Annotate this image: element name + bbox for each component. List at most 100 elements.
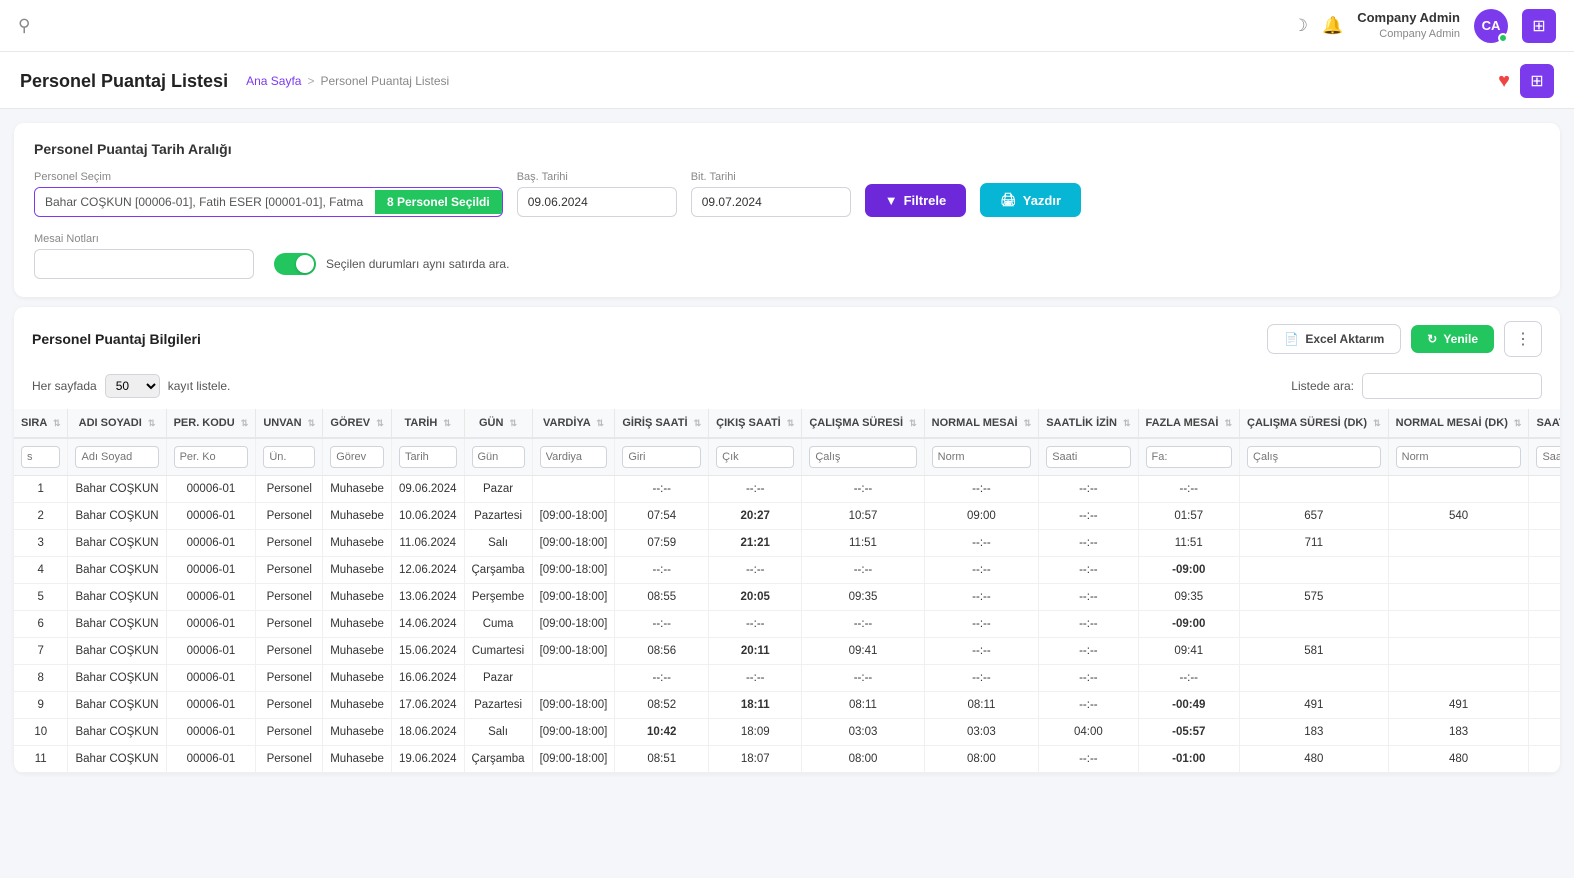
online-indicator [1498,33,1508,43]
mesai-label: Mesai Notları [34,233,254,245]
col-unvan[interactable]: UNVAN ⇅ [256,409,323,438]
col-calisma-dk[interactable]: ÇALIŞMA SÜRESİ (DK) ⇅ [1240,409,1389,438]
bas-tarihi-input[interactable] [517,187,677,217]
toggle-switch[interactable] [274,253,316,275]
table-body: 1Bahar COŞKUN00006-01PersonelMuhasebe09.… [14,476,1560,773]
list-search-label: Listede ara: [1291,379,1354,393]
menu-grid-icon[interactable]: ⊞ [1520,64,1554,98]
table-card-header: Personel Puantaj Bilgileri 📄 Excel Aktar… [14,307,1560,367]
table-row: 5Bahar COŞKUN00006-01PersonelMuhasebe13.… [14,584,1560,611]
personnel-input[interactable] [35,188,375,216]
table-row: 8Bahar COŞKUN00006-01PersonelMuhasebe16.… [14,665,1560,692]
filter-normal[interactable] [932,446,1032,468]
top-nav-left: ⚲ [18,16,30,36]
favorite-icon[interactable]: ♥ [1498,70,1510,93]
filter-card-title: Personel Puantaj Tarih Aralığı [34,141,1540,157]
filter-icon: ▼ [885,193,898,208]
table-card-title: Personel Puantaj Bilgileri [32,331,201,347]
filter-calisma[interactable] [809,446,916,468]
per-page-prefix: Her sayfada [32,379,97,393]
table-row: 3Bahar COŞKUN00006-01PersonelMuhasebe11.… [14,530,1560,557]
page-header: Personel Puantaj Listesi Ana Sayfa > Per… [0,52,1574,109]
col-sira[interactable]: SIRA ⇅ [14,409,68,438]
filter-sira[interactable] [21,446,60,468]
notifications-icon[interactable]: 🔔 [1322,16,1343,36]
filter-gorev[interactable] [330,446,384,468]
toggle-thumb [296,255,314,273]
col-saatlik-izin[interactable]: SAATLİK İZİN ⇅ [1039,409,1138,438]
col-per-kodu[interactable]: PER. KODU ⇅ [166,409,256,438]
col-saatlik-dk[interactable]: SAATLİK İZİN (DK) ⇅ [1529,409,1560,438]
filter-ad[interactable] [75,446,158,468]
page-title: Personel Puantaj Listesi [20,71,228,92]
dark-mode-icon[interactable]: ☽ [1293,16,1308,36]
user-name: Company Admin [1357,10,1460,27]
bas-tarihi-group: Baş. Tarihi [517,171,677,217]
filter-per-ko[interactable] [174,446,249,468]
breadcrumb-sep: > [307,74,314,88]
col-giris[interactable]: GİRİŞ SAATİ ⇅ [615,409,709,438]
table-scroll-wrap: SIRA ⇅ ADI SOYADI ⇅ PER. KODU ⇅ UNVAN ⇅ … [14,409,1560,773]
breadcrumb-current: Personel Puantaj Listesi [320,74,449,88]
filter-card: Personel Puantaj Tarih Aralığı Personel … [14,123,1560,297]
print-icon: 🖨 [1000,192,1017,208]
filter-saatlik[interactable] [1046,446,1130,468]
table-row: 10Bahar COŞKUN00006-01PersonelMuhasebe18… [14,719,1560,746]
table-row: 6Bahar COŞKUN00006-01PersonelMuhasebe14.… [14,611,1560,638]
user-role: Company Admin [1357,27,1460,41]
col-tarih[interactable]: TARİH ⇅ [391,409,464,438]
per-page-select[interactable]: 50 25 100 [105,374,160,398]
filter-button[interactable]: ▼ Filtrele [865,184,967,217]
col-cikis[interactable]: ÇIKIŞ SAATİ ⇅ [709,409,802,438]
excel-button[interactable]: 📄 Excel Aktarım [1267,324,1401,354]
breadcrumb: Ana Sayfa > Personel Puantaj Listesi [246,74,449,88]
toggle-label: Seçilen durumları aynı satırda ara. [326,257,509,271]
col-gun[interactable]: GÜN ⇅ [464,409,532,438]
user-info: Company Admin Company Admin [1357,10,1460,41]
table-header-row: SIRA ⇅ ADI SOYADI ⇅ PER. KODU ⇅ UNVAN ⇅ … [14,409,1560,438]
col-calisma[interactable]: ÇALIŞMA SÜRESİ ⇅ [802,409,924,438]
filter-unvan[interactable] [263,446,315,468]
bit-tarihi-label: Bit. Tarihi [691,171,851,183]
filter-fazla[interactable] [1146,446,1233,468]
bit-tarihi-group: Bit. Tarihi [691,171,851,217]
search-icon[interactable]: ⚲ [18,16,30,36]
filter-vardiya[interactable] [540,446,608,468]
list-search-input[interactable] [1362,373,1542,399]
filter-saatlik-dk[interactable] [1536,446,1560,468]
list-search-wrap: Listede ara: [1291,373,1542,399]
table-filter-row [14,438,1560,476]
app-grid-icon[interactable]: ⊞ [1522,9,1556,43]
page-header-actions: ♥ ⊞ [1498,64,1554,98]
filter-giris[interactable] [622,446,701,468]
filter-tarih[interactable] [399,446,457,468]
more-options-button[interactable]: ⋮ [1504,321,1542,357]
filter-gun[interactable] [472,446,525,468]
mesai-input[interactable] [34,249,254,279]
refresh-icon: ↻ [1427,332,1437,346]
col-fazla-mesai[interactable]: FAZLA MESAİ ⇅ [1138,409,1240,438]
print-button[interactable]: 🖨 Yazdır [980,183,1081,217]
personnel-badge: 8 Personel Seçildi [375,190,502,214]
per-page-wrap: Her sayfada 50 25 100 kayıt listele. [32,374,230,398]
bit-tarihi-input[interactable] [691,187,851,217]
filter-normal-dk[interactable] [1396,446,1522,468]
refresh-button[interactable]: ↻ Yenile [1411,325,1494,353]
col-gorev[interactable]: GÖREV ⇅ [323,409,392,438]
filter-calisma-dk[interactable] [1247,446,1381,468]
breadcrumb-home[interactable]: Ana Sayfa [246,74,301,88]
col-normal-dk[interactable]: NORMAL MESAİ (DK) ⇅ [1388,409,1529,438]
table-row: 9Bahar COŞKUN00006-01PersonelMuhasebe17.… [14,692,1560,719]
top-nav: ⚲ ☽ 🔔 Company Admin Company Admin CA ⊞ [0,0,1574,52]
filter-cikis[interactable] [716,446,794,468]
col-normal-mesai[interactable]: NORMAL MESAİ ⇅ [924,409,1039,438]
table-card: Personel Puantaj Bilgileri 📄 Excel Aktar… [14,307,1560,773]
col-ad-soyad[interactable]: ADI SOYADI ⇅ [68,409,166,438]
personnel-group: Personel Seçim 8 Personel Seçildi [34,171,503,217]
personnel-label: Personel Seçim [34,171,503,183]
table-row: 2Bahar COŞKUN00006-01PersonelMuhasebe10.… [14,503,1560,530]
excel-icon: 📄 [1284,332,1299,346]
col-vardiya[interactable]: VARDİYA ⇅ [532,409,615,438]
avatar[interactable]: CA [1474,9,1508,43]
personnel-input-wrap: 8 Personel Seçildi [34,187,503,217]
